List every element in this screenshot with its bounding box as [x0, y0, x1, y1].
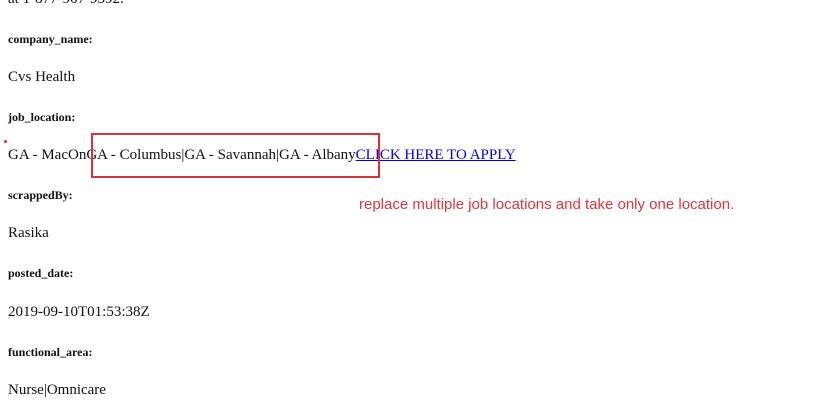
annotation-note: replace multiple job locations and take … — [359, 196, 735, 213]
company-name-label: company_name: — [8, 32, 93, 46]
highlight-box — [91, 133, 380, 178]
company-name-value: Cvs Health — [8, 69, 76, 85]
posted-date-label: posted_date: — [8, 266, 74, 280]
job-location-label: job_location: — [8, 110, 76, 124]
annotation-dot — [4, 140, 7, 143]
functional-area-label: functional_area: — [8, 345, 93, 359]
posted-date-value: 2019-09-10T01:53:38Z — [8, 304, 150, 320]
page: at 1-877-907-9392. company_name: Cvs Hea… — [0, 0, 818, 405]
header-fragment: at 1-877-907-9392. — [8, 0, 124, 8]
functional-area-value: Nurse|Omnicare — [8, 382, 106, 398]
scrapped-by-label: scrappedBy: — [8, 188, 73, 202]
job-location-first: GA - MacOn — [8, 147, 87, 163]
scrapped-by-value: Rasika — [8, 225, 49, 241]
